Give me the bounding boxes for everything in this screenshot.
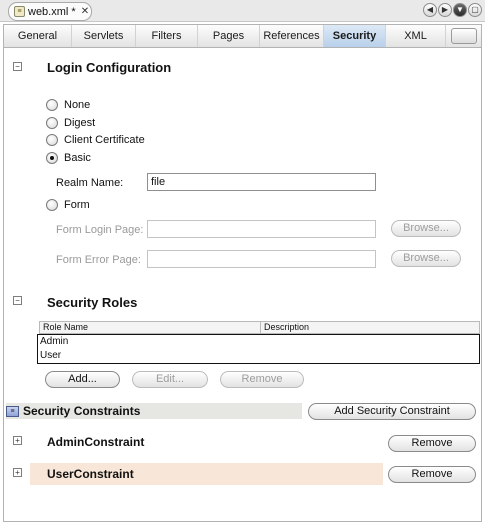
table-row[interactable]: User [38,349,479,363]
roles-table-header: Role Name Description [39,321,480,334]
user-constraint-title[interactable]: UserConstraint [47,467,134,481]
radio-label: None [64,99,91,111]
tab-pages[interactable]: Pages [198,25,260,47]
collapse-roles-icon[interactable]: − [13,296,22,305]
maximize-icon[interactable]: ▢ [468,3,482,17]
radio-button-selected[interactable] [46,152,58,164]
xml-file-icon: ≡ [14,6,25,17]
security-constraints-title: Security Constraints [23,404,141,418]
login-config-title: Login Configuration [47,60,172,75]
scroll-left-icon[interactable]: ◀ [423,3,437,17]
security-editor-panel: − Login Configuration None Digest Client… [3,48,482,522]
browse-login-page-button[interactable]: Browse... [391,220,461,237]
column-role-name[interactable]: Role Name [40,322,261,333]
add-security-constraint-button[interactable]: Add Security Constraint [308,403,476,420]
radio-button[interactable] [46,117,58,129]
remove-user-constraint-button[interactable]: Remove [388,466,476,483]
table-row[interactable]: Admin [38,335,479,349]
tab-list-dropdown-icon[interactable]: ▼ [453,3,467,17]
scroll-right-icon[interactable]: ▶ [438,3,452,17]
remove-admin-constraint-button[interactable]: Remove [388,435,476,452]
constraint-section-icon: ≡ [6,405,19,417]
edit-role-button[interactable]: Edit... [132,371,208,388]
tab-general[interactable]: General [4,25,72,47]
radio-button[interactable] [46,199,58,211]
file-tab-web-xml[interactable]: ≡ web.xml * ✕ [8,2,92,21]
tab-references[interactable]: References [260,25,324,47]
tab-xml[interactable]: XML [386,25,446,47]
radio-button[interactable] [46,134,58,146]
radio-client-certificate[interactable]: Client Certificate [46,132,145,148]
radio-digest[interactable]: Digest [46,115,95,131]
close-icon[interactable]: ✕ [81,6,89,17]
document-menu-button[interactable] [451,28,477,44]
radio-form[interactable]: Form [46,197,90,213]
admin-constraint-title[interactable]: AdminConstraint [47,435,144,449]
remove-role-button[interactable]: Remove [220,371,304,388]
form-login-page-input[interactable] [147,220,376,238]
radio-basic[interactable]: Basic [46,150,91,166]
form-error-page-label: Form Error Page: [56,254,141,266]
expand-admin-constraint-icon[interactable]: + [13,436,22,445]
radio-label: Client Certificate [64,134,145,146]
tab-security[interactable]: Security [324,25,386,47]
editor-view-tabs: General Servlets Filters Pages Reference… [3,24,482,48]
tab-filters[interactable]: Filters [136,25,198,47]
form-login-page-label: Form Login Page: [56,224,144,236]
radio-button[interactable] [46,99,58,111]
radio-label: Digest [64,117,96,129]
realm-name-label: Realm Name: [56,177,124,189]
editor-tab-strip: ≡ web.xml * ✕ ◀ ▶ ▼ ▢ [0,0,485,22]
realm-name-input[interactable] [147,173,376,191]
collapse-login-icon[interactable]: − [13,62,22,71]
radio-label: Form [64,199,90,211]
file-tab-label: web.xml * [28,5,76,18]
roles-table: Admin User [37,334,480,364]
browse-error-page-button[interactable]: Browse... [391,250,461,267]
column-description[interactable]: Description [261,322,309,333]
form-error-page-input[interactable] [147,250,376,268]
tab-servlets[interactable]: Servlets [72,25,136,47]
radio-none[interactable]: None [46,97,90,113]
add-role-button[interactable]: Add... [45,371,120,388]
security-constraints-header: ≡ Security Constraints [6,403,302,419]
radio-label: Basic [64,152,91,164]
expand-user-constraint-icon[interactable]: + [13,468,22,477]
security-roles-title: Security Roles [47,295,138,310]
